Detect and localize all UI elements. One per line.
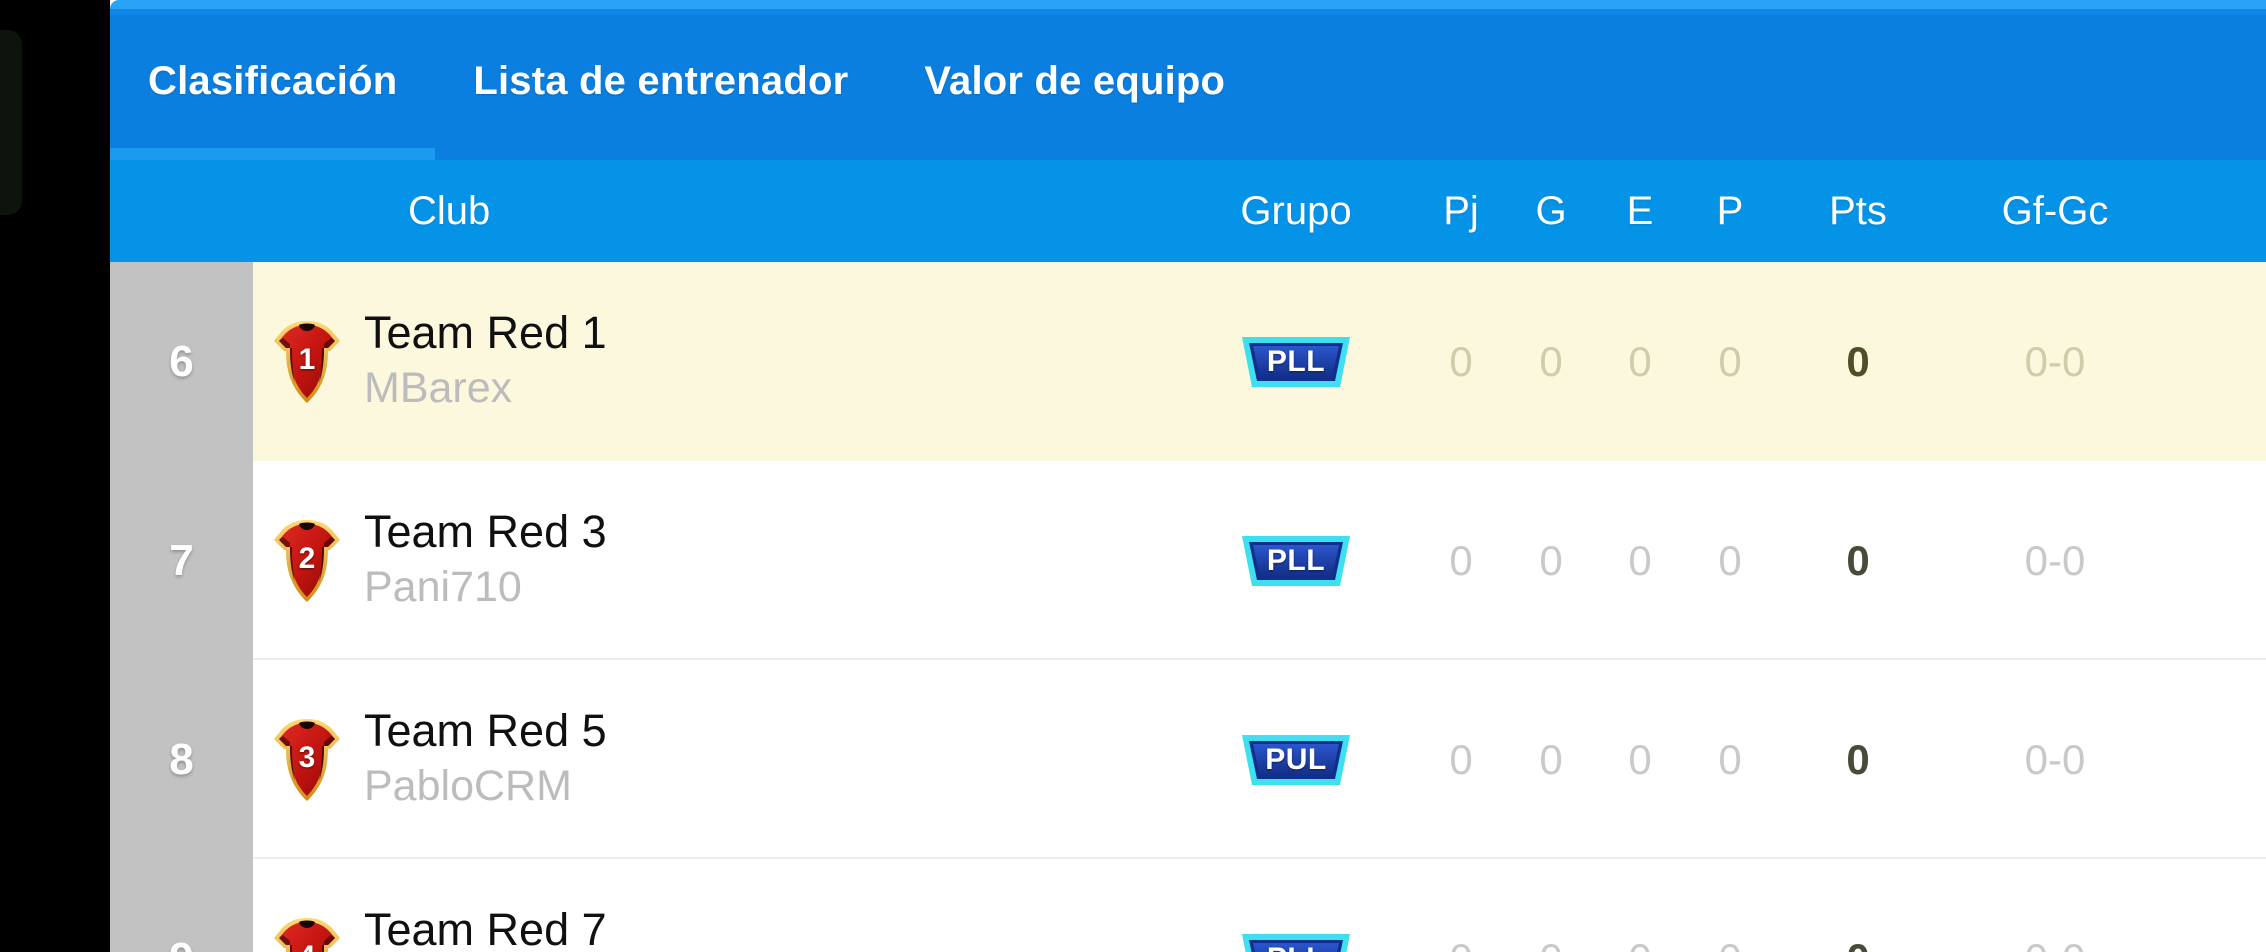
- table-row[interactable]: 9 4 Team Red 7Diegucco: [110, 859, 2266, 952]
- column-header-row: ClubGrupoPjGEPPtsGf-Gc: [110, 160, 2266, 262]
- row-rank: 7: [110, 461, 253, 660]
- group-badge-label: PLL: [1267, 544, 1325, 578]
- tab-label: Valor de equipo: [924, 59, 1225, 104]
- team-name: Team Red 1: [364, 309, 607, 358]
- team-name: Team Red 7: [364, 906, 607, 952]
- column-header-club[interactable]: Club: [253, 160, 1153, 262]
- stat-pts: 0: [1748, 262, 1968, 461]
- coach-name: PabloCRM: [364, 761, 607, 812]
- jersey-icon: 1: [268, 317, 346, 407]
- table-row[interactable]: 7 2 Team Red 3 Pani710: [110, 461, 2266, 660]
- coach-name: MBarex: [364, 363, 607, 414]
- group-badge: PUL: [1234, 729, 1358, 791]
- tab-label: Clasificación: [148, 59, 397, 104]
- jersey-icon: 3: [268, 715, 346, 805]
- club-cell[interactable]: 2 Team Red 3 Pani710: [253, 461, 1253, 660]
- tab-list: Clasificación Lista de entrenador Valor de…: [110, 15, 1263, 148]
- club-cell[interactable]: 4 Team Red 7Diegucco: [253, 859, 1253, 952]
- club-names: Team Red 5 PabloCRM: [364, 707, 607, 812]
- stat-gfgc: 0-0: [1945, 461, 2165, 660]
- tab-bar: Clasificación Lista de entrenador Valor de…: [110, 15, 2266, 160]
- standings-panel: Clasificación Lista de entrenador Valor de…: [110, 0, 2266, 952]
- stat-pts: 0: [1748, 859, 1968, 952]
- stat-gfgc: 0-0: [1945, 660, 2165, 859]
- club-names: Team Red 1 MBarex: [364, 309, 607, 414]
- club-cell[interactable]: 1 Team Red 1 MBarex: [253, 262, 1253, 461]
- team-name: Team Red 3: [364, 508, 607, 557]
- stat-gfgc: 0-0: [1945, 859, 2165, 952]
- table-row[interactable]: 6 1 Team Red 1 MBarex: [110, 262, 2266, 461]
- table-row[interactable]: 8 3 Team Red 5 PabloCRM: [110, 660, 2266, 859]
- group-badge-label: PLL: [1267, 942, 1325, 952]
- team-name: Team Red 5: [364, 707, 607, 756]
- club-cell[interactable]: 3 Team Red 5 PabloCRM: [253, 660, 1253, 859]
- row-rank: 6: [110, 262, 253, 461]
- standings-rows: 6 1 Team Red 1 MBarex: [110, 262, 2266, 952]
- column-header-pts[interactable]: Pts: [1748, 160, 1968, 262]
- group-badge: PLL: [1234, 928, 1358, 952]
- tab-3[interactable]: Valor de equipo: [886, 15, 1263, 148]
- tab-label: Lista de entrenador: [473, 59, 848, 104]
- stat-pts: 0: [1748, 461, 1968, 660]
- group-badge-label: PLL: [1267, 345, 1325, 379]
- group-badge-label: PUL: [1265, 743, 1327, 777]
- row-rank: 8: [110, 660, 253, 859]
- group-badge: PLL: [1234, 331, 1358, 393]
- tab-2[interactable]: Lista de entrenador: [435, 15, 886, 148]
- top-sliver: [110, 0, 2266, 9]
- tab-1[interactable]: Clasificación: [110, 15, 435, 148]
- app-root: Clasificación Lista de entrenador Valor de…: [0, 0, 2266, 952]
- jersey-icon: 4: [268, 914, 346, 952]
- active-tab-underline: [110, 148, 435, 160]
- coach-name: Pani710: [364, 562, 607, 613]
- stat-pts: 0: [1748, 660, 1968, 859]
- club-names: Team Red 7Diegucco: [364, 906, 607, 952]
- stat-gfgc: 0-0: [1945, 262, 2165, 461]
- column-header-gfgc[interactable]: Gf-Gc: [1945, 160, 2165, 262]
- left-gutter: [0, 0, 110, 952]
- club-names: Team Red 3 Pani710: [364, 508, 607, 613]
- jersey-icon: 2: [268, 516, 346, 606]
- gutter-notch: [0, 30, 22, 215]
- group-badge: PLL: [1234, 530, 1358, 592]
- row-rank: 9: [110, 859, 253, 952]
